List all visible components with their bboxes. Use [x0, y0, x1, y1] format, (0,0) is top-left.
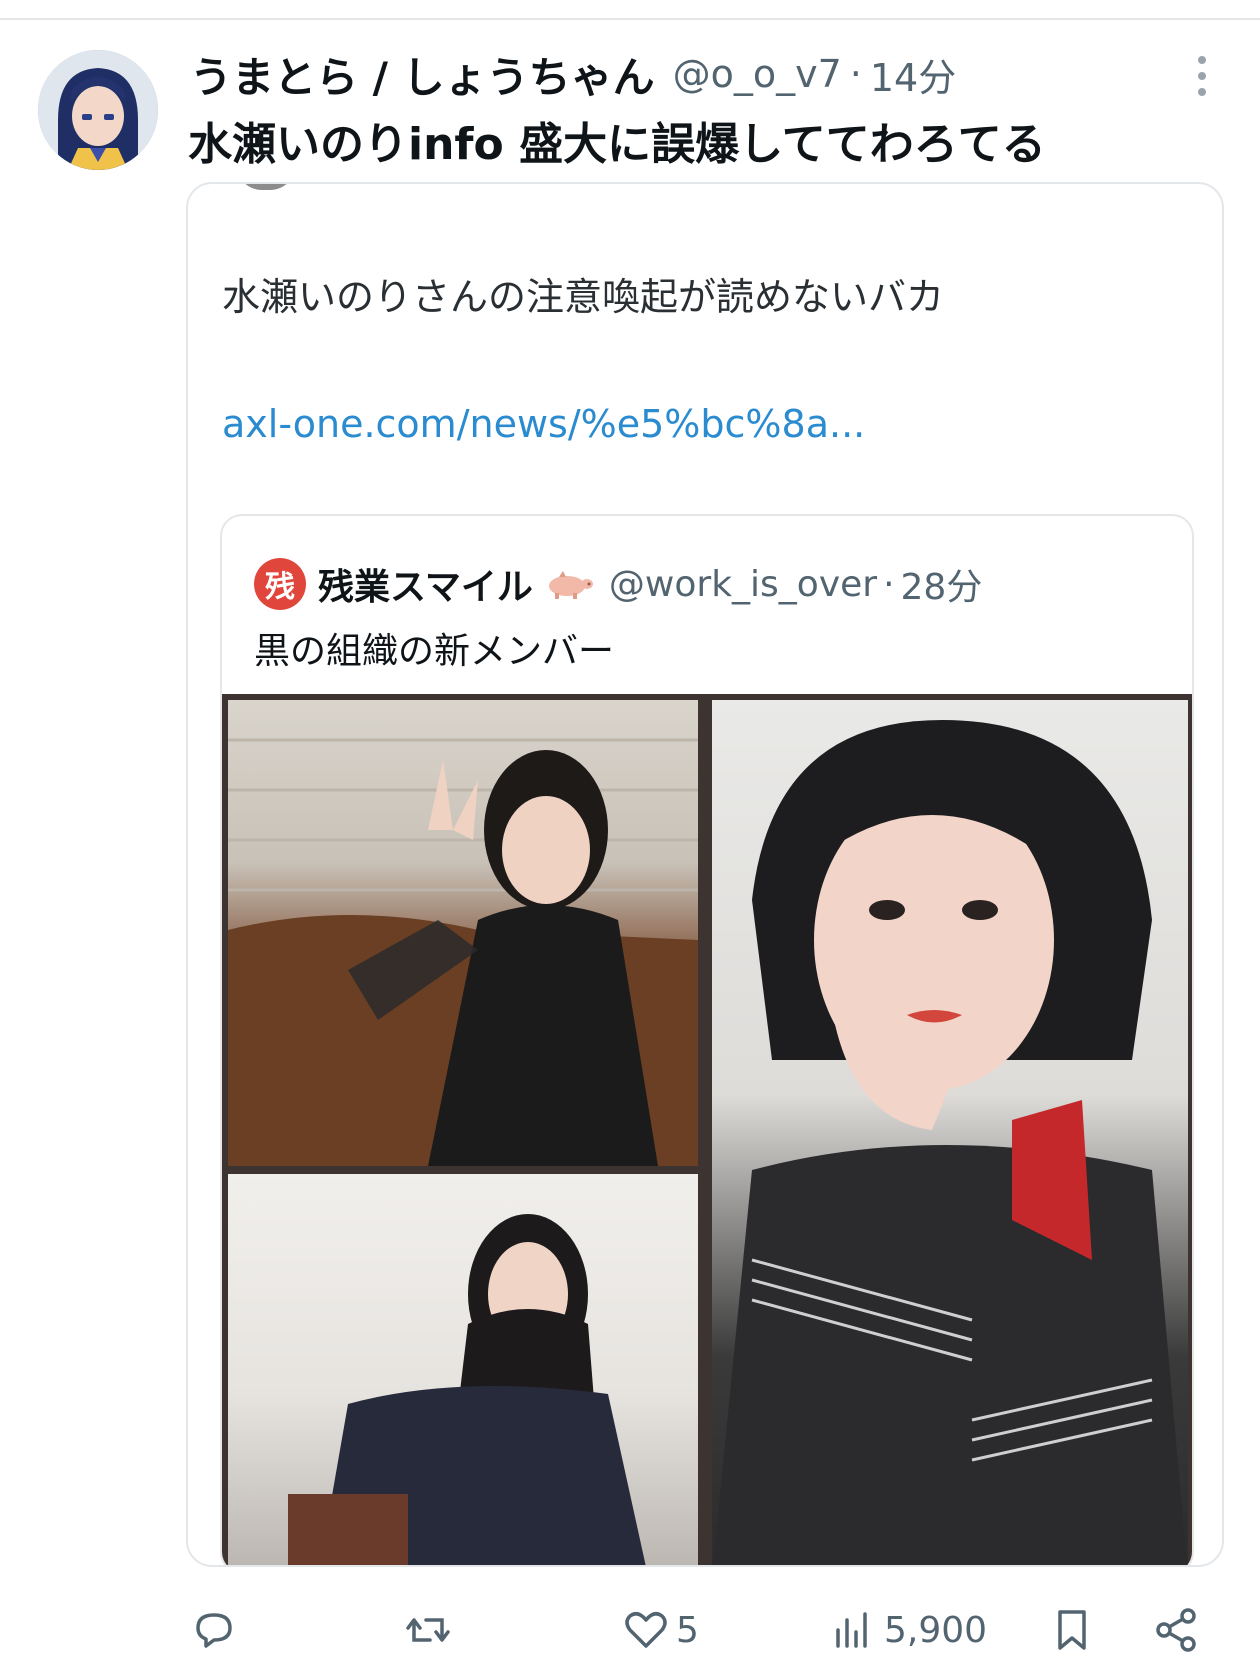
bookmark-button[interactable]: [1048, 1600, 1096, 1660]
quoted-tweet-text: 水瀬いのりさんの注意喚起が読めないバカ: [222, 275, 945, 319]
inner-quote-handle[interactable]: @work_is_over: [609, 564, 877, 605]
avatar-illustration: [38, 50, 158, 170]
top-divider: [0, 18, 1260, 20]
retweet-button[interactable]: [404, 1600, 452, 1660]
inner-quoted-tweet-card[interactable]: 残 残業スマイル @work_is_over · 28分 黒の組織の新メンバー: [220, 514, 1194, 1565]
share-icon: [1156, 1608, 1196, 1652]
retweet-icon: [406, 1618, 450, 1642]
separator-dot: ·: [883, 563, 895, 605]
reply-button[interactable]: [190, 1600, 238, 1660]
inner-quote-display-name[interactable]: 残業スマイル: [318, 558, 533, 610]
timestamp[interactable]: 14分: [870, 47, 956, 102]
share-button[interactable]: [1152, 1600, 1200, 1660]
like-count: 5: [676, 1609, 699, 1651]
inner-quote-text: 黒の組織の新メンバー: [254, 631, 615, 672]
tweet-text: 水瀬いのりinfo 盛大に誤爆しててわろてる: [188, 119, 1046, 170]
views-button[interactable]: 5,900: [830, 1600, 987, 1660]
tweet-header: うまとら / しょうちゃん @o_o_v7 · 14分: [190, 44, 1180, 104]
media-grid: [222, 694, 1192, 1565]
user-handle[interactable]: @o_o_v7: [673, 52, 842, 96]
inner-quote-avatar[interactable]: 残: [254, 558, 306, 610]
display-name[interactable]: うまとら / しょうちゃん: [190, 44, 655, 104]
photo-illustration: [228, 738, 698, 1166]
quoted-tweet-card[interactable]: 水瀬いのりさんの注意喚起が読めないバカ axl-one.com/news/%e5…: [186, 182, 1224, 1567]
views-count: 5,900: [884, 1609, 988, 1651]
heart-icon: [625, 1612, 667, 1648]
views-icon: [836, 1612, 867, 1648]
quoted-tweet-link[interactable]: axl-one.com/news/%e5%bc%8a...: [222, 402, 865, 446]
reply-icon: [196, 1613, 232, 1648]
photo-right[interactable]: [712, 700, 1188, 1565]
user-avatar[interactable]: [38, 50, 158, 170]
photo-illustration: [713, 720, 1188, 1565]
inner-quote-header: 残 残業スマイル @work_is_over · 28分: [254, 556, 982, 612]
like-button[interactable]: 5: [622, 1600, 699, 1660]
photo-top-left[interactable]: [228, 700, 698, 1166]
more-options-icon[interactable]: [1194, 56, 1210, 96]
inner-quote-timestamp[interactable]: 28分: [901, 558, 983, 610]
separator-dot: ·: [849, 52, 862, 96]
photo-bottom-left[interactable]: [228, 1174, 698, 1565]
photo-illustration: [288, 1214, 646, 1565]
quoted-avatar: [236, 184, 296, 190]
action-bar: 5 5,900: [190, 1600, 1200, 1660]
pig-emoji-icon: [548, 571, 593, 599]
bookmark-icon: [1058, 1610, 1086, 1650]
